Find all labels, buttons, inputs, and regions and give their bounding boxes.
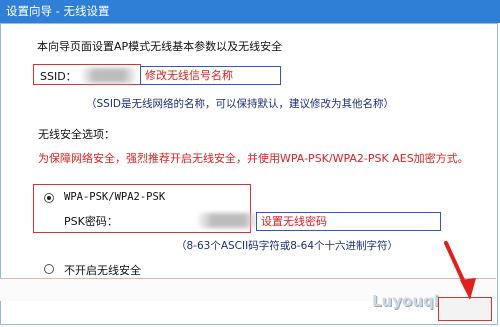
no-security-option-label: 不开启无线安全 [64,264,141,277]
wpa-option-label: WPA-PSK/WPA2-PSK [64,191,166,203]
security-heading: 无线安全选项： [38,128,115,141]
next-button[interactable] [438,297,492,321]
window-title: 设置向导 - 无线设置 [0,0,500,23]
radio-selected-icon[interactable] [44,193,54,203]
psk-hint: （8-63个ASCII码字符或8-64个十六进制字符） [176,240,399,252]
psk-label: PSK密码： [64,215,118,228]
ssid-value-redacted [80,68,138,83]
psk-input[interactable]: 设置无线密码 [256,212,441,231]
radio-unselected-icon[interactable] [44,264,54,274]
psk-value-redacted [196,213,260,228]
ssid-label: SSID： [40,70,77,83]
ssid-hint: （SSID是无线网络的名称，可以保持默认，建议修改为其他名称） [86,98,395,110]
intro-text: 本向导页面设置AP模式无线基本参数以及无线安全 [37,40,283,53]
ssid-input[interactable]: 修改无线信号名称 [140,66,281,85]
security-warning: 为保障网络安全，强烈推荐开启无线安全，并使用WPA-PSK/WPA2-PSK A… [38,152,469,165]
